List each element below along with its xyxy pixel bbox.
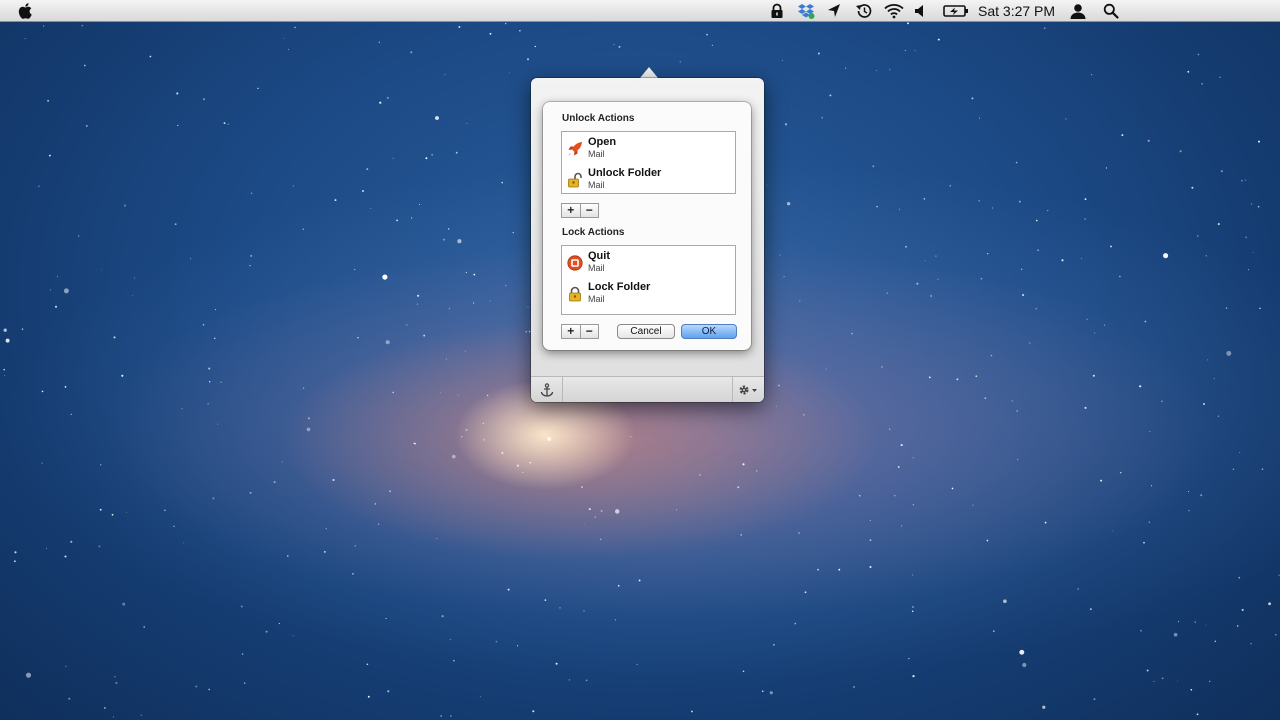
list-item[interactable]: Unlock Folder Mail [562, 164, 735, 194]
list-item-subtitle: Mail [588, 149, 605, 159]
menu-bar-clock[interactable]: Sat 3:27 PM [978, 3, 1055, 19]
dropbox-icon[interactable] [797, 3, 815, 19]
quit-stop-icon [567, 255, 583, 271]
add-unlock-action-button[interactable]: + [562, 204, 580, 217]
anchor-icon[interactable] [540, 383, 554, 397]
list-item-subtitle: Mail [588, 294, 605, 304]
remove-unlock-action-button[interactable]: − [579, 204, 599, 217]
list-item[interactable]: Open Mail [562, 133, 735, 163]
gear-dropdown-icon[interactable] [737, 383, 759, 397]
list-item-name: Quit [588, 250, 610, 262]
footer-divider [732, 377, 733, 402]
apple-logo[interactable] [16, 2, 36, 20]
lock-icon[interactable] [769, 3, 785, 19]
list-item-name: Unlock Folder [588, 167, 662, 179]
location-arrow-icon[interactable] [827, 3, 841, 19]
actions-popover: Unlock Actions Open Mail Unlock Folder M… [531, 78, 764, 402]
wifi-icon[interactable] [884, 3, 904, 19]
unlock-actions-title: Unlock Actions [562, 113, 635, 124]
unlock-add-remove-control: + − [561, 203, 599, 218]
list-item-subtitle: Mail [588, 263, 605, 273]
popover-footer [531, 376, 764, 402]
list-item[interactable]: Quit Mail [562, 247, 735, 277]
lock-actions-title: Lock Actions [562, 227, 625, 238]
battery-charging-icon[interactable] [943, 3, 969, 19]
lock-add-remove-control: + − [561, 324, 599, 339]
rocket-open-icon [568, 142, 582, 156]
lock-actions-list[interactable]: Quit Mail Lock Folder Mail [561, 245, 736, 315]
ok-button[interactable]: OK [681, 324, 737, 339]
spotlight-search-icon[interactable] [1103, 3, 1119, 19]
locked-padlock-icon [569, 286, 581, 302]
time-machine-icon[interactable] [855, 3, 873, 19]
list-item-subtitle: Mail [588, 180, 605, 190]
menu-bar: Sat 3:27 PM [0, 0, 1280, 22]
actions-sheet: Unlock Actions Open Mail Unlock Folder M… [543, 102, 751, 350]
user-icon[interactable] [1069, 3, 1087, 19]
cancel-button[interactable]: Cancel [617, 324, 675, 339]
unlock-actions-list[interactable]: Open Mail Unlock Folder Mail [561, 131, 736, 194]
footer-divider [562, 377, 563, 402]
popover-arrow [640, 67, 658, 78]
unlocked-padlock-icon [568, 172, 582, 188]
add-lock-action-button[interactable]: + [562, 325, 580, 338]
list-item[interactable]: Lock Folder Mail [562, 278, 735, 308]
list-item-name: Lock Folder [588, 281, 651, 293]
list-item-name: Open [588, 136, 617, 148]
remove-lock-action-button[interactable]: − [579, 325, 599, 338]
volume-icon[interactable] [914, 3, 926, 19]
